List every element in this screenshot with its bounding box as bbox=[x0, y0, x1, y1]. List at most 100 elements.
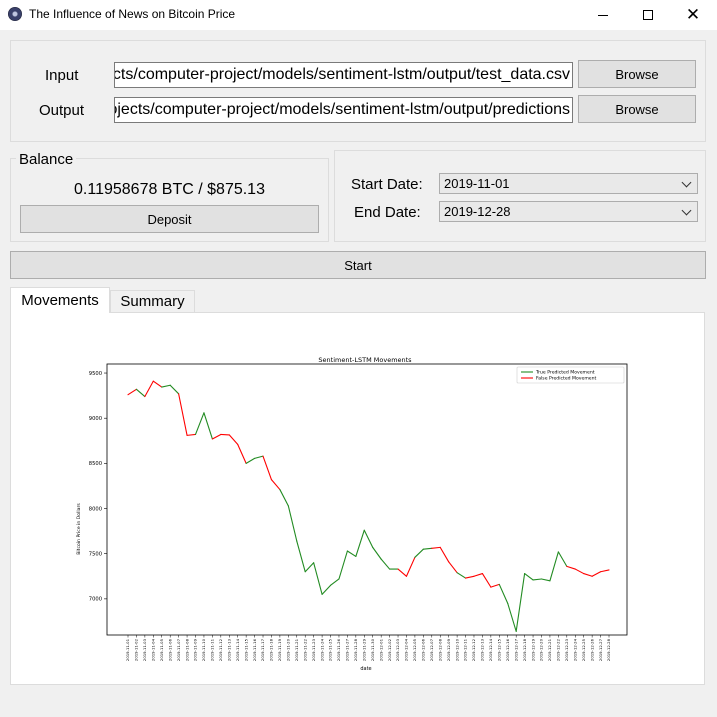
x-tick-label: 2019-12-14 bbox=[488, 638, 493, 661]
end-date-select[interactable]: 2019-12-28 bbox=[439, 201, 698, 222]
series-segment bbox=[254, 455, 264, 459]
maximize-button[interactable] bbox=[625, 0, 671, 30]
output-path-field[interactable]: C:/Users/projects/computer-project/model… bbox=[114, 97, 573, 123]
output-label: Output bbox=[39, 102, 85, 119]
x-tick-label: 2019-11-09 bbox=[193, 638, 198, 661]
series-segment bbox=[405, 556, 416, 577]
close-button[interactable]: ✕ bbox=[670, 0, 716, 30]
series-segment bbox=[574, 568, 585, 575]
series-segment bbox=[321, 584, 332, 595]
x-tick-label: 2019-12-15 bbox=[496, 638, 501, 661]
series-segment bbox=[397, 568, 408, 577]
output-browse-button[interactable]: Browse bbox=[578, 95, 696, 123]
x-tick-label: 2019-12-16 bbox=[505, 638, 510, 661]
y-tick-label: 8000 bbox=[89, 506, 102, 512]
x-tick-label: 2019-11-01 bbox=[125, 638, 130, 661]
series-segment bbox=[380, 558, 391, 570]
series-segment bbox=[600, 569, 610, 573]
x-tick-label: 2019-11-12 bbox=[218, 638, 223, 661]
x-tick-label: 2019-11-13 bbox=[226, 638, 231, 661]
x-tick-label: 2019-12-22 bbox=[556, 638, 561, 661]
x-tick-label: 2019-11-05 bbox=[159, 638, 164, 661]
movements-chart: Sentiment-LSTM Movements Bitcoin Price i… bbox=[76, 356, 628, 672]
legend-label: False Predicted Movement bbox=[536, 376, 597, 382]
chart-title: Sentiment-LSTM Movements bbox=[318, 356, 412, 364]
x-tick-label: 2019-12-07 bbox=[429, 638, 434, 661]
x-tick-label: 2019-11-23 bbox=[311, 638, 316, 661]
series-segment bbox=[203, 412, 213, 440]
end-date-value: 2019-12-28 bbox=[444, 204, 511, 219]
series-segment bbox=[473, 573, 483, 577]
balance-title: Balance bbox=[16, 151, 77, 168]
x-tick-label: 2019-12-13 bbox=[480, 638, 485, 661]
series-segment bbox=[507, 602, 517, 632]
x-tick-label: 2019-12-11 bbox=[463, 638, 468, 661]
series-segment bbox=[363, 529, 374, 548]
x-tick-label: 2019-11-07 bbox=[176, 638, 181, 661]
series-segment bbox=[194, 412, 205, 436]
series-segment bbox=[161, 384, 171, 388]
minimize-button[interactable] bbox=[580, 0, 626, 30]
plot-frame bbox=[106, 363, 628, 636]
series-segment bbox=[144, 380, 154, 398]
x-tick-label: 2019-12-20 bbox=[539, 638, 544, 661]
x-tick-label: 2019-12-25 bbox=[581, 638, 586, 661]
x-tick-label: 2019-11-16 bbox=[252, 638, 257, 661]
title-bar: The Influence of News on Bitcoin Price ✕ bbox=[0, 0, 717, 30]
x-tick-label: 2019-11-18 bbox=[269, 638, 274, 661]
legend-label: True Predicted Movement bbox=[535, 370, 595, 376]
chart-x-axis-label: date bbox=[360, 666, 371, 672]
x-tick-label: 2019-11-11 bbox=[210, 638, 215, 661]
chevron-down-icon bbox=[681, 177, 692, 188]
x-tick-label: 2019-12-27 bbox=[598, 638, 603, 661]
x-tick-label: 2019-12-01 bbox=[378, 638, 383, 661]
end-date-label: End Date: bbox=[354, 204, 421, 221]
series-segment bbox=[414, 548, 424, 558]
x-tick-label: 2019-12-09 bbox=[446, 638, 451, 661]
x-tick-label: 2019-11-26 bbox=[336, 638, 341, 661]
maximize-icon bbox=[643, 10, 653, 20]
series-segment bbox=[270, 479, 281, 491]
y-tick-label: 9500 bbox=[89, 371, 102, 377]
y-tick-label: 7000 bbox=[89, 597, 102, 603]
series-segment bbox=[329, 578, 340, 586]
series-segment bbox=[346, 550, 357, 557]
series-segment bbox=[464, 575, 475, 579]
x-tick-label: 2019-12-26 bbox=[589, 638, 594, 661]
series-segment bbox=[186, 433, 197, 436]
series-segment bbox=[152, 380, 163, 388]
tab-summary[interactable]: Summary bbox=[110, 290, 195, 312]
series-segment bbox=[557, 551, 568, 567]
series-segment bbox=[524, 573, 534, 581]
x-tick-label: 2019-12-02 bbox=[387, 638, 392, 661]
x-tick-label: 2019-11-22 bbox=[302, 638, 307, 661]
x-tick-label: 2019-11-20 bbox=[286, 638, 291, 661]
chart-y-axis-label: Bitcoin Price in Dollars bbox=[76, 503, 82, 555]
series-segment bbox=[566, 565, 576, 570]
series-segment bbox=[448, 561, 458, 574]
start-date-select[interactable]: 2019-11-01 bbox=[439, 173, 698, 194]
series-segment bbox=[583, 573, 593, 577]
input-path-field[interactable]: C:/Users/projects/computer-project/model… bbox=[114, 62, 573, 88]
input-browse-button[interactable]: Browse bbox=[578, 60, 696, 88]
tab-movements[interactable]: Movements bbox=[10, 287, 110, 313]
series-segment bbox=[304, 562, 315, 573]
io-group bbox=[10, 40, 706, 142]
x-tick-label: 2019-12-28 bbox=[606, 638, 611, 661]
series-segment bbox=[296, 540, 306, 573]
series-segment bbox=[245, 457, 256, 464]
x-tick-label: 2019-12-03 bbox=[395, 638, 400, 661]
deposit-button[interactable]: Deposit bbox=[20, 205, 319, 233]
series-segment bbox=[279, 489, 289, 507]
date-group bbox=[334, 150, 706, 242]
x-tick-label: 2019-11-27 bbox=[345, 638, 350, 661]
x-tick-label: 2019-12-19 bbox=[530, 638, 535, 661]
x-tick-label: 2019-12-10 bbox=[454, 638, 459, 661]
start-button[interactable]: Start bbox=[10, 251, 706, 279]
x-tick-label: 2019-12-21 bbox=[547, 638, 552, 661]
series-segment bbox=[549, 551, 559, 582]
chevron-down-icon bbox=[681, 205, 692, 216]
series-segment bbox=[169, 384, 180, 395]
x-tick-label: 2019-12-05 bbox=[412, 638, 417, 661]
x-tick-label: 2019-11-06 bbox=[167, 638, 172, 661]
